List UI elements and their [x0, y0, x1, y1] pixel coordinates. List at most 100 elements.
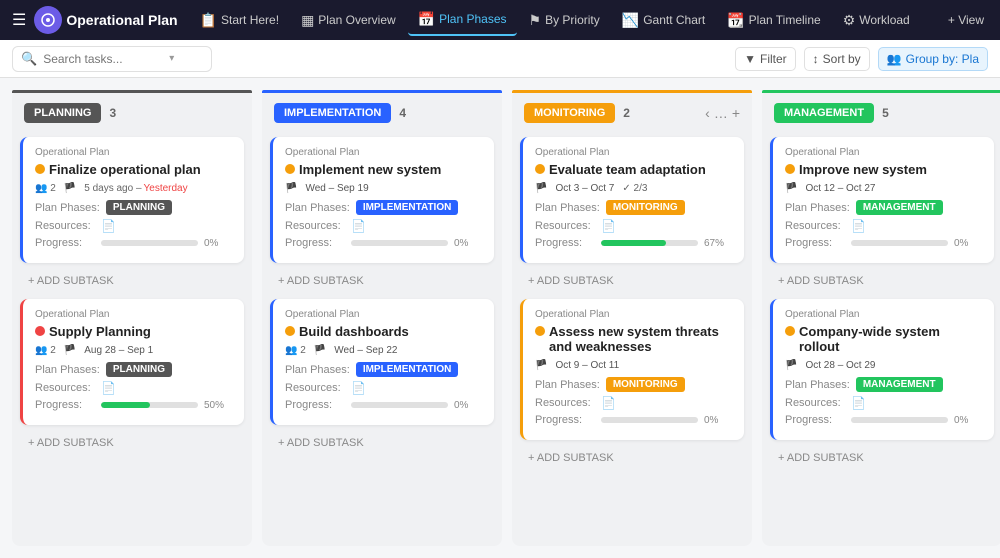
card-title: Implement new system [285, 162, 482, 177]
search-icon: 🔍 [21, 51, 37, 67]
plan-phases-row: Plan Phases: IMPLEMENTATION [285, 362, 482, 377]
resources-icon: 📄 [601, 219, 616, 233]
resources-row: Resources: 📄 [285, 381, 482, 395]
add-subtask-btn-8[interactable]: + ADD SUBTASK [770, 448, 994, 468]
progress-bar [101, 240, 198, 246]
filter-button[interactable]: ▼ Filter [735, 47, 796, 71]
resources-row: Resources: 📄 [285, 219, 482, 233]
column-implementation: IMPLEMENTATION 4 Operational Plan Implem… [262, 90, 502, 546]
add-subtask-btn-5[interactable]: + ADD SUBTASK [520, 271, 744, 291]
group-button[interactable]: 👥 Group by: Pla [878, 47, 988, 71]
search-input[interactable] [43, 52, 163, 66]
sort-button[interactable]: ↕ Sort by [804, 47, 870, 71]
card-project: Operational Plan [285, 309, 482, 320]
card-title: Assess new system threats and weaknesses [535, 324, 732, 354]
card-project: Operational Plan [35, 147, 232, 158]
plan-phases-row: Plan Phases: MONITORING [535, 200, 732, 215]
card-build-dashboards: Operational Plan Build dashboards 👥 2 🏴 … [270, 299, 494, 425]
progress-row: Progress: 0% [285, 399, 482, 411]
progress-row: Progress: 0% [785, 237, 982, 249]
resources-row: Resources: 📄 [785, 219, 982, 233]
progress-row: Progress: 0% [785, 414, 982, 426]
plan-overview-icon: ▦ [301, 12, 314, 29]
status-dot [785, 164, 795, 174]
add-subtask-btn-7[interactable]: + ADD SUBTASK [770, 271, 994, 291]
resources-icon: 📄 [101, 381, 116, 395]
assignee-count: 👥 2 [35, 183, 56, 194]
resources-icon: 📄 [601, 396, 616, 410]
plan-phases-row: Plan Phases: PLANNING [35, 200, 232, 215]
card-assess-threats: Operational Plan Assess new system threa… [520, 299, 744, 440]
card-title: Finalize operational plan [35, 162, 232, 177]
tab-by-priority[interactable]: ⚑ By Priority [519, 4, 610, 36]
card-title: Improve new system [785, 162, 982, 177]
resources-row: Resources: 📄 [35, 219, 232, 233]
progress-row: Progress: 0% [535, 414, 732, 426]
tab-plan-timeline[interactable]: 📆 Plan Timeline [717, 4, 830, 36]
chevron-down-icon[interactable]: ▾ [169, 53, 174, 64]
tab-workload[interactable]: ⚙ Workload [833, 4, 920, 36]
tab-plan-overview[interactable]: ▦ Plan Overview [291, 4, 406, 36]
plan-phases-row: Plan Phases: MONITORING [535, 377, 732, 392]
resources-row: Resources: 📄 [35, 381, 232, 395]
management-badge: MANAGEMENT [774, 103, 874, 123]
implementation-badge: IMPLEMENTATION [274, 103, 391, 123]
phase-tag: IMPLEMENTATION [356, 200, 459, 215]
resources-row: Resources: 📄 [535, 219, 732, 233]
card-project: Operational Plan [535, 309, 732, 320]
card-title: Build dashboards [285, 324, 482, 339]
search-box[interactable]: 🔍 ▾ [12, 46, 212, 72]
top-nav: ☰ Operational Plan 📋 Start Here! ▦ Plan … [0, 0, 1000, 40]
plan-phases-icon: 📅 [418, 11, 435, 28]
board: PLANNING 3 Operational Plan Finalize ope… [0, 78, 1000, 558]
add-subtask-btn-4[interactable]: + ADD SUBTASK [270, 433, 494, 453]
card-project: Operational Plan [785, 147, 982, 158]
tab-gantt-chart[interactable]: 📉 Gantt Chart [612, 4, 715, 36]
timeline-icon: 📆 [727, 12, 744, 29]
card-meta: 👥 2 🏴 Wed – Sep 22 [285, 345, 482, 356]
monitoring-badge: MONITORING [524, 103, 615, 123]
add-subtask-btn-1[interactable]: + ADD SUBTASK [20, 271, 244, 291]
column-planning: PLANNING 3 Operational Plan Finalize ope… [12, 90, 252, 546]
flag-icon: 🏴 [535, 360, 547, 371]
sort-icon: ↕ [813, 52, 819, 66]
plan-phases-row: Plan Phases: PLANNING [35, 362, 232, 377]
progress-bar [351, 240, 448, 246]
card-supply-planning: Operational Plan Supply Planning 👥 2 🏴 A… [20, 299, 244, 425]
page-title: Operational Plan [66, 12, 177, 28]
group-icon: 👥 [887, 52, 902, 66]
more-icon[interactable]: … [714, 105, 728, 121]
implementation-cards: Operational Plan Implement new system 🏴 … [262, 133, 502, 546]
add-subtask-btn-3[interactable]: + ADD SUBTASK [270, 271, 494, 291]
add-icon[interactable]: + [732, 105, 740, 121]
progress-bar [851, 417, 948, 423]
tab-plan-phases[interactable]: 📅 Plan Phases [408, 4, 517, 36]
resources-row: Resources: 📄 [785, 396, 982, 410]
date-meta: Aug 28 – Sep 1 [84, 345, 153, 356]
phase-tag: MANAGEMENT [856, 200, 943, 215]
tab-start-here[interactable]: 📋 Start Here! [190, 4, 289, 36]
planning-cards: Operational Plan Finalize operational pl… [12, 133, 252, 546]
monitoring-header: MONITORING 2 ‹ … + [512, 93, 752, 133]
prev-icon[interactable]: ‹ [705, 105, 710, 121]
hamburger-icon[interactable]: ☰ [8, 6, 30, 34]
flag-icon: 🏴 [314, 345, 326, 356]
card-meta: 🏴 Wed – Sep 19 [285, 183, 482, 194]
resources-icon: 📄 [351, 381, 366, 395]
by-priority-icon: ⚑ [529, 12, 542, 29]
progress-row: Progress: 50% [35, 399, 232, 411]
add-view-button[interactable]: + View [940, 9, 992, 31]
column-monitoring: MONITORING 2 ‹ … + Operational Plan Eval… [512, 90, 752, 546]
card-project: Operational Plan [785, 309, 982, 320]
flag-icon: 🏴 [785, 360, 797, 371]
assignee-count: 👥 2 [285, 345, 306, 356]
add-subtask-btn-6[interactable]: + ADD SUBTASK [520, 448, 744, 468]
add-subtask-btn-2[interactable]: + ADD SUBTASK [20, 433, 244, 453]
flag-icon: 🏴 [785, 183, 797, 194]
card-meta: 🏴 Oct 28 – Oct 29 [785, 360, 982, 371]
card-title: Supply Planning [35, 324, 232, 339]
flag-icon: 🏴 [64, 345, 76, 356]
progress-row: Progress: 67% [535, 237, 732, 249]
date-meta: Oct 9 – Oct 11 [555, 360, 619, 371]
management-header: MANAGEMENT 5 [762, 93, 1000, 133]
